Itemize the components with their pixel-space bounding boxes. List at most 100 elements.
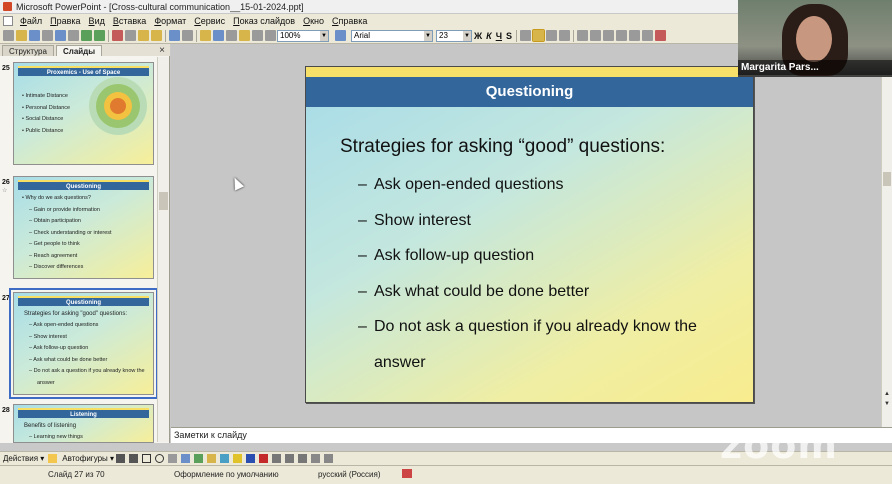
spelling-icon[interactable] xyxy=(94,30,105,41)
line-style-icon[interactable] xyxy=(272,454,282,463)
toolbar-separator xyxy=(516,29,518,42)
powerpoint-icon xyxy=(3,2,12,11)
actions-menu[interactable]: Действия ▾ xyxy=(3,454,44,463)
rectangle-icon[interactable] xyxy=(142,454,152,463)
line-color-icon[interactable] xyxy=(246,454,256,463)
slide-thumbnail-28[interactable]: Listening Benefits of listening – Learni… xyxy=(13,404,154,443)
save-icon[interactable] xyxy=(29,30,40,41)
wordart-icon[interactable] xyxy=(239,30,250,41)
thumbnail-subbullet: – Obtain participation xyxy=(29,218,81,224)
notes-placeholder: Заметки к слайду xyxy=(174,430,247,440)
slide-thumbnail-26[interactable]: Questioning • Why do we ask questions? –… xyxy=(13,176,154,279)
copy-icon[interactable] xyxy=(125,30,136,41)
menu-edit[interactable]: Правка xyxy=(46,16,84,26)
italic-button[interactable]: К xyxy=(486,31,492,41)
clipart-icon[interactable] xyxy=(207,454,217,463)
print-icon[interactable] xyxy=(68,30,79,41)
previous-slide-icon[interactable]: ▲ xyxy=(883,390,891,398)
slide-thumbnail-25[interactable]: Proxemics - Use of Space • Intimate Dist… xyxy=(13,62,154,165)
bullet-text: Ask open-ended questions xyxy=(374,176,564,193)
menu-help[interactable]: Справка xyxy=(328,16,371,26)
diagram-icon[interactable] xyxy=(194,454,204,463)
paste-icon[interactable] xyxy=(138,30,149,41)
slide-bullet: – Show interest xyxy=(358,203,697,239)
open-icon[interactable] xyxy=(16,30,27,41)
help-icon[interactable] xyxy=(335,30,346,41)
permission-icon[interactable] xyxy=(42,30,53,41)
next-slide-icon[interactable]: ▼ xyxy=(883,400,891,408)
vertical-scrollbar[interactable]: ▲ ▼ xyxy=(881,44,892,427)
arrow-style-icon[interactable] xyxy=(298,454,308,463)
tab-outline[interactable]: Структура xyxy=(2,45,54,56)
select-objects-icon[interactable] xyxy=(48,454,58,463)
menu-slideshow[interactable]: Показ слайдов xyxy=(229,16,299,26)
design-template: Оформление по умолчанию xyxy=(174,470,279,479)
align-left-icon[interactable] xyxy=(520,30,532,41)
bullet-text: Do not ask a question if you already kno… xyxy=(374,318,697,335)
bold-button[interactable]: Ж xyxy=(474,31,482,41)
preview-icon[interactable] xyxy=(81,30,92,41)
shadow-button[interactable]: S xyxy=(506,31,512,41)
autoshapes-menu[interactable]: Автофигуры ▾ xyxy=(62,454,114,463)
arrow-icon[interactable] xyxy=(129,454,139,463)
undo-icon[interactable] xyxy=(169,30,180,41)
numbering-icon[interactable] xyxy=(577,30,589,41)
underline-button[interactable]: Ч xyxy=(496,31,502,41)
scrollbar-thumb[interactable] xyxy=(159,192,168,210)
menu-window[interactable]: Окно xyxy=(299,16,328,26)
format-painter-icon[interactable] xyxy=(151,30,162,41)
insert-table-icon[interactable] xyxy=(213,30,224,41)
thumbnail-title: Questioning xyxy=(18,296,149,306)
line-icon[interactable] xyxy=(116,454,126,463)
slide-bullet: – Do not ask a question if you already kn… xyxy=(358,309,697,380)
decrease-indent-icon[interactable] xyxy=(629,30,641,41)
decrease-font-icon[interactable] xyxy=(616,30,628,41)
increase-indent-icon[interactable] xyxy=(642,30,654,41)
font-color-icon[interactable] xyxy=(655,30,667,41)
document-icon[interactable] xyxy=(3,16,13,26)
justify-icon[interactable] xyxy=(559,30,571,41)
thumbnail-number: 25 xyxy=(2,65,10,72)
fill-color-icon[interactable] xyxy=(233,454,243,463)
menu-view[interactable]: Вид xyxy=(85,16,109,26)
cut-icon[interactable] xyxy=(112,30,123,41)
email-icon[interactable] xyxy=(55,30,66,41)
wordart-icon[interactable] xyxy=(181,454,191,463)
increase-font-icon[interactable] xyxy=(603,30,615,41)
panel-scrollbar[interactable] xyxy=(157,57,169,442)
oval-icon[interactable] xyxy=(155,454,165,463)
thumbnail-subbullet: – Ask open-ended questions xyxy=(29,322,99,328)
font-select[interactable]: Arial ▼ xyxy=(351,29,433,42)
insert-picture-icon[interactable] xyxy=(226,30,237,41)
new-icon[interactable] xyxy=(3,30,14,41)
shadow-style-icon[interactable] xyxy=(311,454,321,463)
bullet-continuation: answer xyxy=(374,353,426,371)
align-center-icon[interactable] xyxy=(532,29,546,42)
slide-heading[interactable]: Strategies for asking “good” questions: xyxy=(340,136,665,158)
align-right-icon[interactable] xyxy=(546,30,558,41)
font-color-icon[interactable] xyxy=(259,454,269,463)
dash-style-icon[interactable] xyxy=(285,454,295,463)
slide-bullet-list[interactable]: – Ask open-ended questions – Show interest… xyxy=(358,167,697,380)
current-slide[interactable]: Questioning Strategies for asking “good”… xyxy=(305,66,754,403)
redo-icon[interactable] xyxy=(182,30,193,41)
thumbnail-title: Listening xyxy=(18,408,149,418)
menu-insert[interactable]: Вставка xyxy=(109,16,150,26)
font-size-select[interactable]: 23 ▼ xyxy=(436,29,472,42)
menu-file[interactable]: Файл xyxy=(16,16,46,26)
menu-tools[interactable]: Сервис xyxy=(190,16,229,26)
menu-format[interactable]: Формат xyxy=(150,16,190,26)
tab-slides[interactable]: Слайды xyxy=(55,45,103,56)
textbox-icon[interactable] xyxy=(168,454,178,463)
3d-style-icon[interactable] xyxy=(324,454,334,463)
insert-chart-icon[interactable] xyxy=(200,30,211,41)
color-grayscale-icon[interactable] xyxy=(265,30,276,41)
bullets-icon[interactable] xyxy=(590,30,602,41)
slide-thumbnail-27[interactable]: Questioning Strategies for asking "good"… xyxy=(9,288,158,399)
scrollbar-thumb[interactable] xyxy=(883,172,891,186)
picture-icon[interactable] xyxy=(220,454,230,463)
zoom-select[interactable]: 100% ▼ xyxy=(277,29,329,42)
close-icon[interactable]: × xyxy=(159,45,165,56)
slide-title[interactable]: Questioning xyxy=(306,77,753,107)
grid-icon[interactable] xyxy=(252,30,263,41)
